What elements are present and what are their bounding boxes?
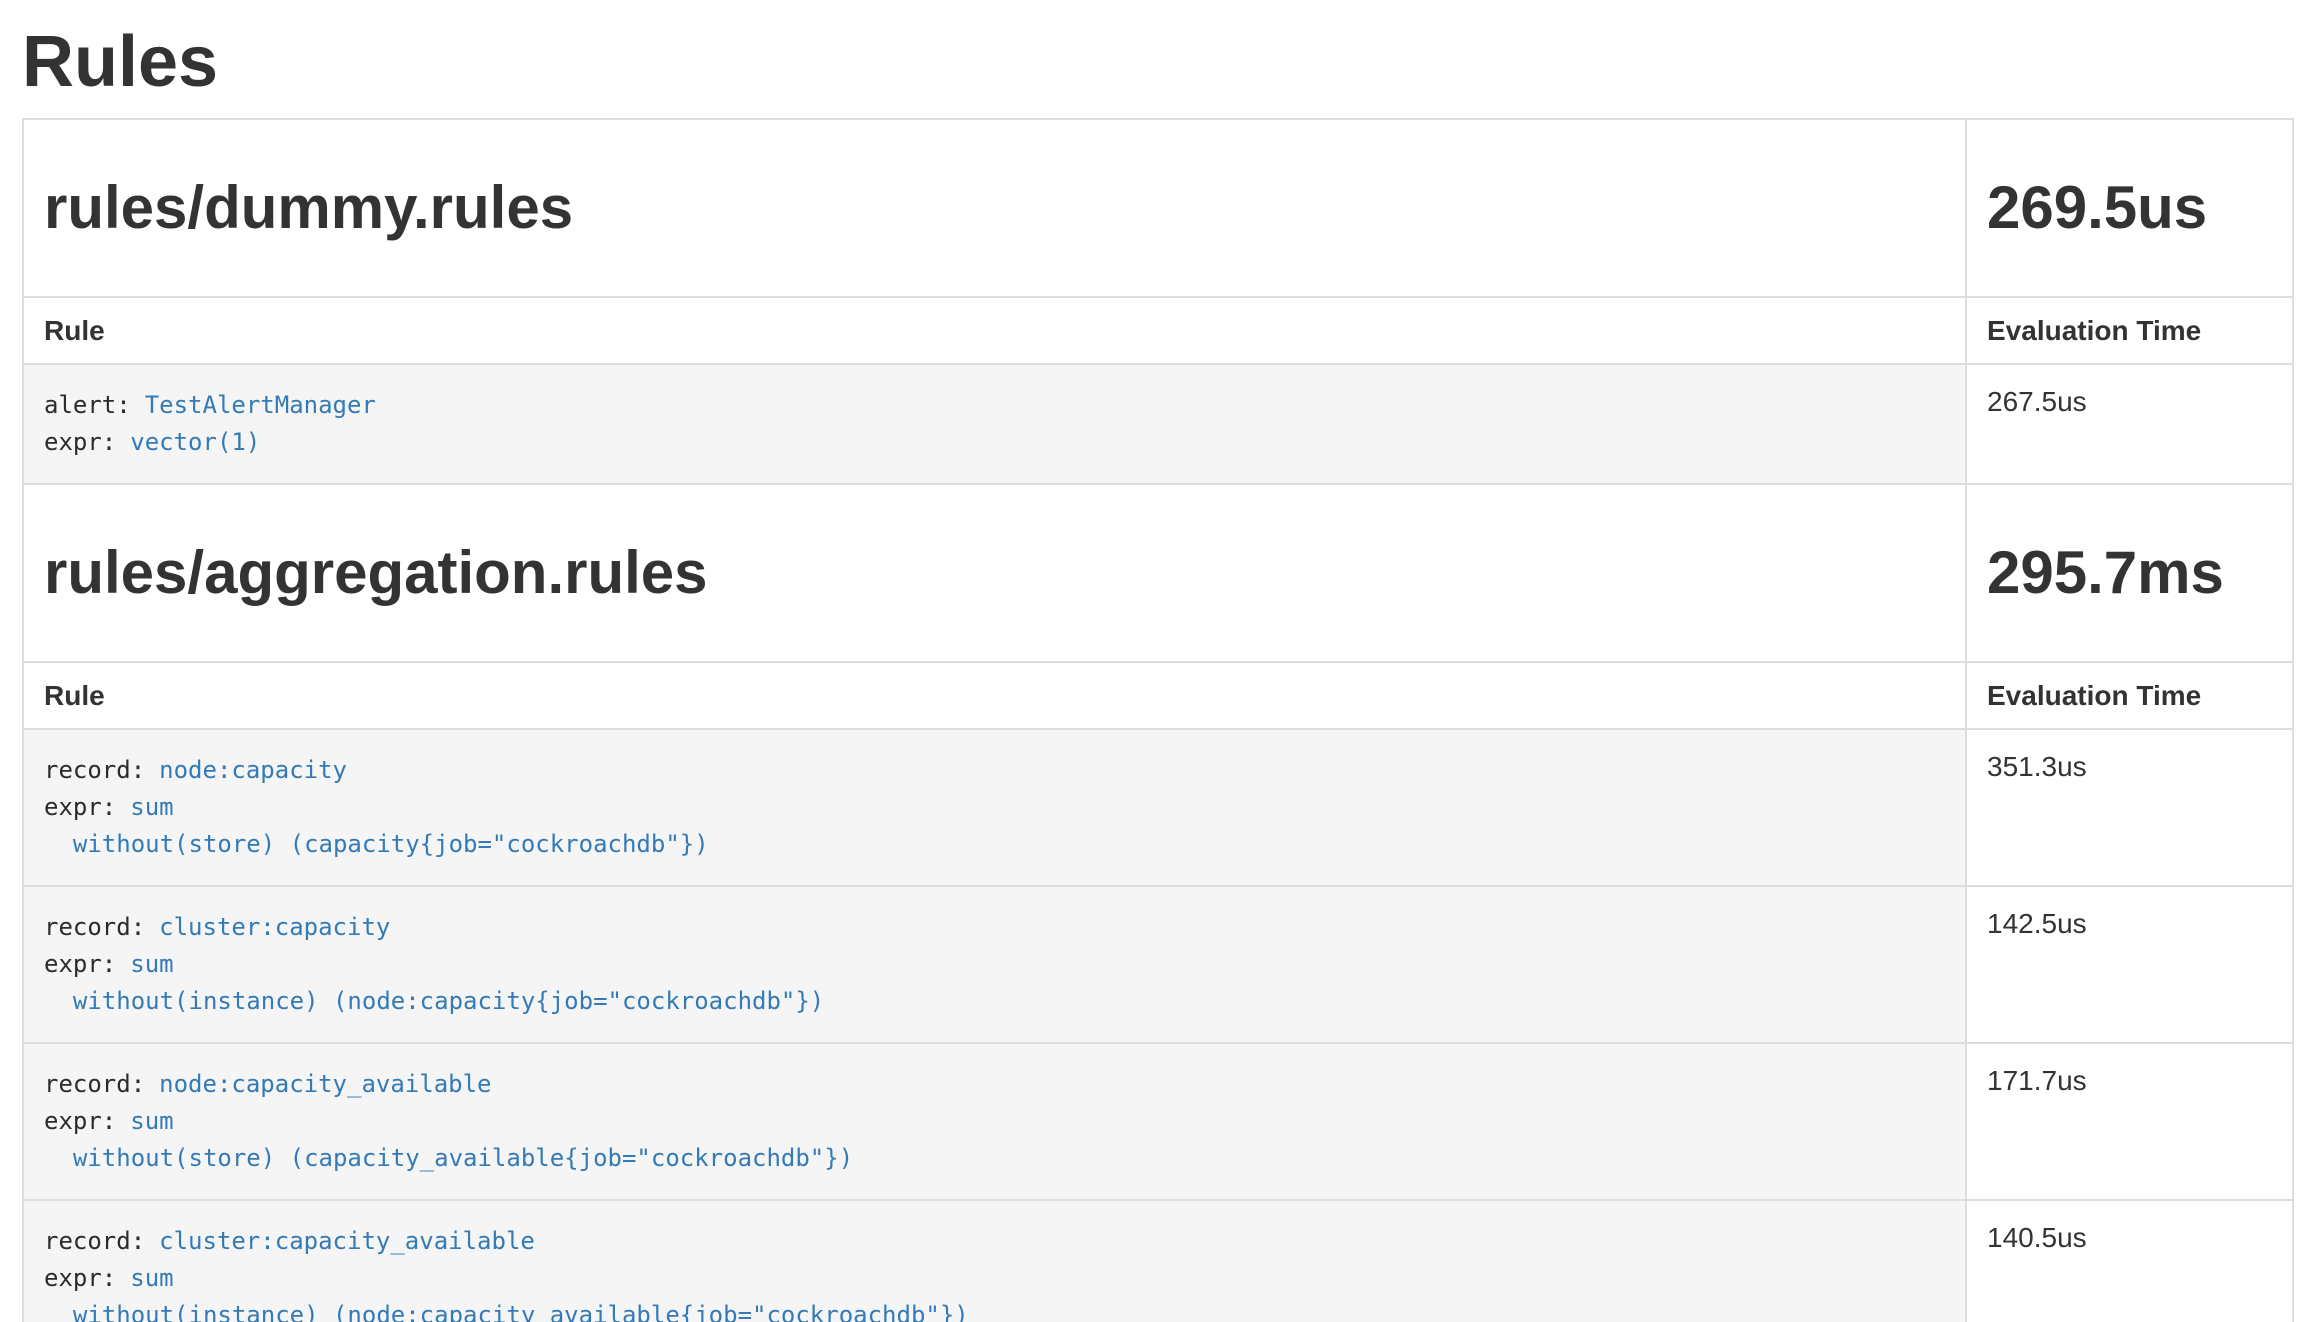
rule-key: expr: — [44, 793, 116, 821]
rule-key: expr: — [44, 950, 116, 978]
rule-column-header: Rule — [23, 297, 1966, 364]
rule-code-line: expr:sum without(store) (capacity_availa… — [44, 1103, 1945, 1177]
group-eval-cell: 295.7ms — [1966, 484, 2293, 662]
rule-expr-link[interactable]: sum without(instance) (node:capacity{job… — [44, 950, 824, 1015]
rule-code-line: expr:sum without(store) (capacity{job="c… — [44, 789, 1945, 863]
rule-cell: alert: TestAlertManager expr: vector(1) — [23, 364, 1966, 484]
rule-key: record: — [44, 1070, 145, 1098]
rule-name-link[interactable]: TestAlertManager — [145, 391, 376, 419]
rule-key: record: — [44, 913, 145, 941]
rules-page: Rules rules/dummy.rules 269.5us Rule Eva… — [22, 24, 2292, 1322]
rule-row: record: cluster:capacity expr:sum without… — [23, 886, 2293, 1043]
rule-code: record: cluster:capacity_available expr:s… — [44, 1223, 1945, 1322]
group-eval-time: 295.7ms — [1987, 537, 2272, 609]
rules-table: rules/dummy.rules 269.5us Rule Evaluatio… — [22, 118, 2294, 1322]
rule-cell: record: node:capacity_available expr:sum … — [23, 1043, 1966, 1200]
eval-column-header: Evaluation Time — [1966, 297, 2293, 364]
group-name: rules/aggregation.rules — [44, 537, 1945, 609]
column-header-row: Rule Evaluation Time — [23, 662, 2293, 729]
rule-key: expr: — [44, 1264, 116, 1292]
rule-key: alert: — [44, 391, 131, 419]
group-header-row: rules/dummy.rules 269.5us — [23, 119, 2293, 297]
eval-time-value: 267.5us — [1966, 364, 2293, 484]
rule-code: alert: TestAlertManager expr: vector(1) — [44, 387, 1945, 461]
group-name-cell: rules/dummy.rules — [23, 119, 1966, 297]
eval-time-value: 140.5us — [1966, 1200, 2293, 1322]
rule-name-link[interactable]: cluster:capacity — [159, 913, 390, 941]
rule-cell: record: node:capacity expr:sum without(st… — [23, 729, 1966, 886]
rule-key: record: — [44, 756, 145, 784]
eval-column-header: Evaluation Time — [1966, 662, 2293, 729]
rule-cell: record: cluster:capacity expr:sum without… — [23, 886, 1966, 1043]
page-title: Rules — [22, 24, 2292, 100]
rule-key: expr: — [44, 428, 116, 456]
rule-expr-link[interactable]: sum without(instance) (node:capacity_ava… — [44, 1264, 969, 1322]
rule-row: record: cluster:capacity_available expr:s… — [23, 1200, 2293, 1322]
rule-row: record: node:capacity_available expr:sum … — [23, 1043, 2293, 1200]
eval-time-value: 351.3us — [1966, 729, 2293, 886]
rule-code-line: expr: vector(1) — [44, 424, 1945, 461]
rule-code: record: cluster:capacity expr:sum without… — [44, 909, 1945, 1020]
rule-code-line: record: node:capacity_available — [44, 1066, 1945, 1103]
rule-key: expr: — [44, 1107, 116, 1135]
group-eval-time: 269.5us — [1987, 172, 2272, 244]
rule-expr-link[interactable]: sum without(store) (capacity_available{j… — [44, 1107, 853, 1172]
rule-cell: record: cluster:capacity_available expr:s… — [23, 1200, 1966, 1322]
rule-name-link[interactable]: cluster:capacity_available — [159, 1227, 535, 1255]
rule-code: record: node:capacity_available expr:sum … — [44, 1066, 1945, 1177]
rule-code: record: node:capacity expr:sum without(st… — [44, 752, 1945, 863]
rule-code-line: expr:sum without(instance) (node:capacit… — [44, 1260, 1945, 1322]
rule-row: alert: TestAlertManager expr: vector(1) 26… — [23, 364, 2293, 484]
group-name-cell: rules/aggregation.rules — [23, 484, 1966, 662]
rule-code-line: record: node:capacity — [44, 752, 1945, 789]
rule-name-link[interactable]: node:capacity_available — [159, 1070, 491, 1098]
group-name: rules/dummy.rules — [44, 172, 1945, 244]
rule-expr-link[interactable]: sum without(store) (capacity{job="cockro… — [44, 793, 709, 858]
group-header-row: rules/aggregation.rules 295.7ms — [23, 484, 2293, 662]
rule-name-link[interactable]: node:capacity — [159, 756, 347, 784]
rule-row: record: node:capacity expr:sum without(st… — [23, 729, 2293, 886]
rule-key: record: — [44, 1227, 145, 1255]
rule-column-header: Rule — [23, 662, 1966, 729]
group-eval-cell: 269.5us — [1966, 119, 2293, 297]
rule-expr-link[interactable]: vector(1) — [130, 428, 260, 456]
eval-time-value: 171.7us — [1966, 1043, 2293, 1200]
rule-code-line: alert: TestAlertManager — [44, 387, 1945, 424]
rule-code-line: record: cluster:capacity_available — [44, 1223, 1945, 1260]
column-header-row: Rule Evaluation Time — [23, 297, 2293, 364]
rule-code-line: record: cluster:capacity — [44, 909, 1945, 946]
eval-time-value: 142.5us — [1966, 886, 2293, 1043]
rule-code-line: expr:sum without(instance) (node:capacit… — [44, 946, 1945, 1020]
